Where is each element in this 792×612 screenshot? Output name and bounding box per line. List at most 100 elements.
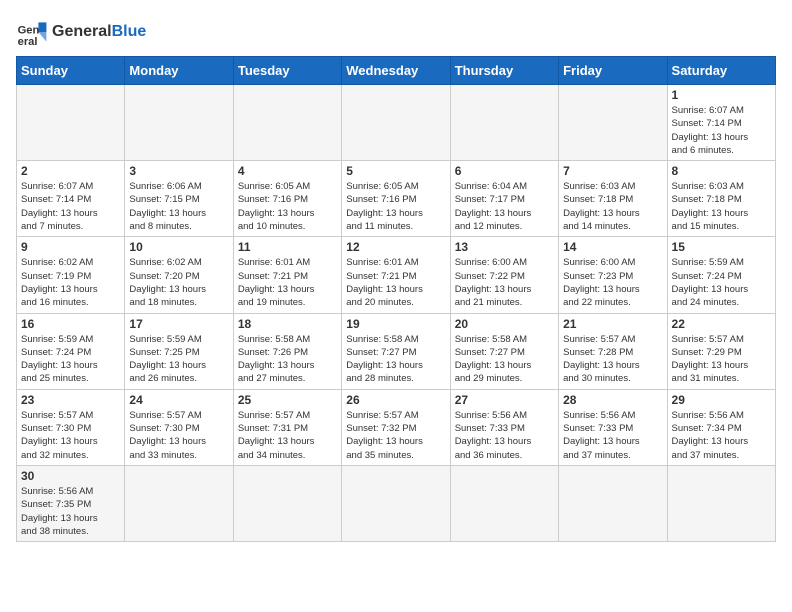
calendar-day-cell: 5Sunrise: 6:05 AM Sunset: 7:16 PM Daylig… [342,161,450,237]
calendar-day-cell [17,85,125,161]
day-info: Sunrise: 5:59 AM Sunset: 7:25 PM Dayligh… [129,333,228,386]
svg-text:eral: eral [18,36,38,48]
calendar-week-row: 9Sunrise: 6:02 AM Sunset: 7:19 PM Daylig… [17,237,776,313]
day-info: Sunrise: 6:02 AM Sunset: 7:20 PM Dayligh… [129,256,228,309]
calendar-day-cell: 4 Sunrise: 6:05 AM Sunset: 7:16 PM Daylig… [233,161,341,237]
weekday-header: Saturday [667,57,775,85]
day-info: Sunrise: 5:57 AM Sunset: 7:32 PM Dayligh… [346,409,445,462]
calendar-day-cell: 11 Sunrise: 6:01 AM Sunset: 7:21 PM Dayli… [233,237,341,313]
day-info: Sunrise: 5:58 AM Sunset: 7:27 PM Dayligh… [455,333,554,386]
day-info: Sunrise: 6:01 AM Sunset: 7:21 PM Dayligh… [346,256,445,309]
day-number: 20 [455,317,554,331]
day-info: Sunrise: 5:58 AM Sunset: 7:27 PM Dayligh… [346,333,445,386]
day-info: Sunrise: 6:03 AM Sunset: 7:18 PM Dayligh… [563,180,662,233]
logo: Gen eral GeneralBlue [16,16,146,48]
calendar-day-cell: 21 Sunrise: 5:57 AM Sunset: 7:28 PM Dayli… [559,313,667,389]
calendar-day-cell: 9Sunrise: 6:02 AM Sunset: 7:19 PM Daylig… [17,237,125,313]
weekday-header: Friday [559,57,667,85]
calendar-day-cell: 25Sunrise: 5:57 AM Sunset: 7:31 PM Dayli… [233,389,341,465]
day-info: Sunrise: 5:56 AM Sunset: 7:33 PM Dayligh… [563,409,662,462]
day-info: Sunrise: 5:57 AM Sunset: 7:29 PM Dayligh… [672,333,771,386]
day-number: 15 [672,240,771,254]
day-number: 17 [129,317,228,331]
day-info: Sunrise: 5:59 AM Sunset: 7:24 PM Dayligh… [21,333,120,386]
day-info: Sunrise: 6:00 AM Sunset: 7:22 PM Dayligh… [455,256,554,309]
calendar-day-cell: 2 Sunrise: 6:07 AM Sunset: 7:14 PM Daylig… [17,161,125,237]
day-number: 13 [455,240,554,254]
calendar-day-cell [559,465,667,541]
calendar-day-cell: 24Sunrise: 5:57 AM Sunset: 7:30 PM Dayli… [125,389,233,465]
weekday-header: Tuesday [233,57,341,85]
day-number: 27 [455,393,554,407]
day-number: 3 [129,164,228,178]
day-number: 16 [21,317,120,331]
calendar-week-row: 1Sunrise: 6:07 AM Sunset: 7:14 PM Daylig… [17,85,776,161]
day-info: Sunrise: 5:59 AM Sunset: 7:24 PM Dayligh… [672,256,771,309]
calendar-day-cell: 22 Sunrise: 5:57 AM Sunset: 7:29 PM Dayli… [667,313,775,389]
calendar-week-row: 23Sunrise: 5:57 AM Sunset: 7:30 PM Dayli… [17,389,776,465]
day-number: 8 [672,164,771,178]
calendar-week-row: 2 Sunrise: 6:07 AM Sunset: 7:14 PM Daylig… [17,161,776,237]
calendar-day-cell [559,85,667,161]
day-info: Sunrise: 5:56 AM Sunset: 7:34 PM Dayligh… [672,409,771,462]
calendar-day-cell: 13 Sunrise: 6:00 AM Sunset: 7:22 PM Dayli… [450,237,558,313]
svg-text:Gen: Gen [18,25,40,37]
weekday-header: Sunday [17,57,125,85]
calendar-day-cell [125,465,233,541]
day-info: Sunrise: 6:07 AM Sunset: 7:14 PM Dayligh… [672,104,771,157]
weekday-header: Thursday [450,57,558,85]
day-info: Sunrise: 5:56 AM Sunset: 7:33 PM Dayligh… [455,409,554,462]
day-number: 14 [563,240,662,254]
calendar-day-cell [667,465,775,541]
calendar-day-cell [125,85,233,161]
day-number: 9 [21,240,120,254]
day-info: Sunrise: 6:06 AM Sunset: 7:15 PM Dayligh… [129,180,228,233]
day-info: Sunrise: 6:03 AM Sunset: 7:18 PM Dayligh… [672,180,771,233]
day-info: Sunrise: 5:57 AM Sunset: 7:28 PM Dayligh… [563,333,662,386]
day-info: Sunrise: 6:00 AM Sunset: 7:23 PM Dayligh… [563,256,662,309]
page-header: Gen eral GeneralBlue [16,16,776,48]
calendar-day-cell [342,85,450,161]
calendar-day-cell: 28Sunrise: 5:56 AM Sunset: 7:33 PM Dayli… [559,389,667,465]
day-info: Sunrise: 6:07 AM Sunset: 7:14 PM Dayligh… [21,180,120,233]
calendar-day-cell: 10 Sunrise: 6:02 AM Sunset: 7:20 PM Dayli… [125,237,233,313]
calendar-day-cell: 1Sunrise: 6:07 AM Sunset: 7:14 PM Daylig… [667,85,775,161]
calendar-table: SundayMondayTuesdayWednesdayThursdayFrid… [16,56,776,542]
calendar-day-cell: 17 Sunrise: 5:59 AM Sunset: 7:25 PM Dayli… [125,313,233,389]
day-info: Sunrise: 5:58 AM Sunset: 7:26 PM Dayligh… [238,333,337,386]
day-number: 29 [672,393,771,407]
day-number: 11 [238,240,337,254]
day-number: 12 [346,240,445,254]
day-number: 2 [21,164,120,178]
calendar-day-cell: 6Sunrise: 6:04 AM Sunset: 7:17 PM Daylig… [450,161,558,237]
day-number: 26 [346,393,445,407]
day-number: 10 [129,240,228,254]
calendar-day-cell: 19Sunrise: 5:58 AM Sunset: 7:27 PM Dayli… [342,313,450,389]
calendar-day-cell: 26 Sunrise: 5:57 AM Sunset: 7:32 PM Dayli… [342,389,450,465]
day-info: Sunrise: 5:56 AM Sunset: 7:35 PM Dayligh… [21,485,120,538]
day-number: 22 [672,317,771,331]
logo-icon: Gen eral [16,16,48,48]
calendar-day-cell [233,85,341,161]
day-number: 24 [129,393,228,407]
calendar-day-cell: 7 Sunrise: 6:03 AM Sunset: 7:18 PM Daylig… [559,161,667,237]
calendar-day-cell [450,85,558,161]
calendar-day-cell [450,465,558,541]
day-number: 7 [563,164,662,178]
calendar-day-cell: 3 Sunrise: 6:06 AM Sunset: 7:15 PM Daylig… [125,161,233,237]
logo-text: GeneralBlue [52,23,146,41]
calendar-day-cell: 12 Sunrise: 6:01 AM Sunset: 7:21 PM Dayli… [342,237,450,313]
calendar-day-cell: 14 Sunrise: 6:00 AM Sunset: 7:23 PM Dayli… [559,237,667,313]
calendar-day-cell: 23Sunrise: 5:57 AM Sunset: 7:30 PM Dayli… [17,389,125,465]
day-number: 18 [238,317,337,331]
day-number: 21 [563,317,662,331]
day-info: Sunrise: 6:05 AM Sunset: 7:16 PM Dayligh… [238,180,337,233]
weekday-header: Wednesday [342,57,450,85]
calendar-day-cell: 30Sunrise: 5:56 AM Sunset: 7:35 PM Dayli… [17,465,125,541]
day-number: 23 [21,393,120,407]
day-info: Sunrise: 6:04 AM Sunset: 7:17 PM Dayligh… [455,180,554,233]
day-info: Sunrise: 6:01 AM Sunset: 7:21 PM Dayligh… [238,256,337,309]
day-number: 25 [238,393,337,407]
day-number: 5 [346,164,445,178]
day-number: 4 [238,164,337,178]
